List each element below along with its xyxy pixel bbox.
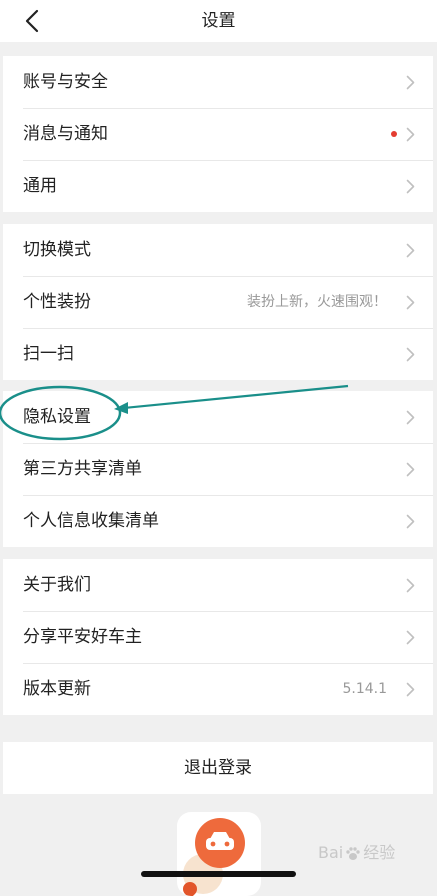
app-logo-tile xyxy=(177,812,261,896)
paw-icon xyxy=(346,846,360,860)
settings-item-scan[interactable]: 扫一扫 xyxy=(3,328,433,380)
settings-item-about-us[interactable]: 关于我们 xyxy=(3,559,433,611)
settings-item-privacy[interactable]: 隐私设置 xyxy=(3,391,433,443)
chevron-right-icon xyxy=(406,243,415,258)
settings-item-label: 版本更新 xyxy=(23,679,91,699)
settings-item-label: 切换模式 xyxy=(23,240,91,260)
chevron-right-icon xyxy=(406,682,415,697)
watermark: Bai 经验 xyxy=(318,839,395,863)
page-title: 设置 xyxy=(201,11,236,31)
chevron-right-icon xyxy=(406,578,415,593)
settings-item-label: 扫一扫 xyxy=(23,344,74,364)
settings-item-notifications[interactable]: 消息与通知 xyxy=(3,108,433,160)
logout-button[interactable]: 退出登录 xyxy=(3,742,433,794)
settings-item-switch-mode[interactable]: 切换模式 xyxy=(3,224,433,276)
car-logo-icon xyxy=(195,818,245,868)
settings-group-privacy: 隐私设置 第三方共享清单 个人信息收集清单 xyxy=(3,391,433,547)
settings-item-label: 通用 xyxy=(23,176,57,196)
watermark-text-right: 经验 xyxy=(363,843,396,862)
chevron-right-icon xyxy=(406,462,415,477)
settings-item-hint: 装扮上新，火速围观！ xyxy=(247,294,387,310)
settings-group-account: 账号与安全 消息与通知 通用 xyxy=(3,56,433,212)
settings-item-label: 隐私设置 xyxy=(23,407,91,427)
navigation-bar: 设置 xyxy=(0,0,437,42)
settings-item-personal-info-collection[interactable]: 个人信息收集清单 xyxy=(3,495,433,547)
settings-item-third-party-sharing[interactable]: 第三方共享清单 xyxy=(3,443,433,495)
settings-item-label: 关于我们 xyxy=(23,575,91,595)
settings-item-share-app[interactable]: 分享平安好车主 xyxy=(3,611,433,663)
watermark-text-left: Bai xyxy=(318,843,344,862)
home-indicator xyxy=(141,871,296,877)
settings-item-account-security[interactable]: 账号与安全 xyxy=(3,56,433,108)
settings-item-label: 分享平安好车主 xyxy=(23,627,142,647)
settings-item-label: 消息与通知 xyxy=(23,124,108,144)
settings-item-personal-theme[interactable]: 个性装扮 装扮上新，火速围观！ xyxy=(3,276,433,328)
version-number: 5.14.1 xyxy=(342,681,387,697)
settings-item-label: 账号与安全 xyxy=(23,72,108,92)
settings-item-label: 第三方共享清单 xyxy=(23,459,142,479)
settings-group-about: 关于我们 分享平安好车主 版本更新 5.14.1 xyxy=(3,559,433,715)
logout-label: 退出登录 xyxy=(184,758,252,778)
notification-badge xyxy=(391,131,397,137)
chevron-right-icon xyxy=(406,630,415,645)
chevron-right-icon xyxy=(406,295,415,310)
chevron-right-icon xyxy=(406,179,415,194)
settings-item-label: 个人信息收集清单 xyxy=(23,511,159,531)
chevron-right-icon xyxy=(406,75,415,90)
chevron-right-icon xyxy=(406,127,415,142)
settings-item-general[interactable]: 通用 xyxy=(3,160,433,212)
chevron-right-icon xyxy=(406,514,415,529)
settings-item-version-update[interactable]: 版本更新 5.14.1 xyxy=(3,663,433,715)
chevron-right-icon xyxy=(406,410,415,425)
chevron-right-icon xyxy=(406,347,415,362)
settings-item-label: 个性装扮 xyxy=(23,292,91,312)
settings-group-personalization: 切换模式 个性装扮 装扮上新，火速围观！ 扫一扫 xyxy=(3,224,433,380)
